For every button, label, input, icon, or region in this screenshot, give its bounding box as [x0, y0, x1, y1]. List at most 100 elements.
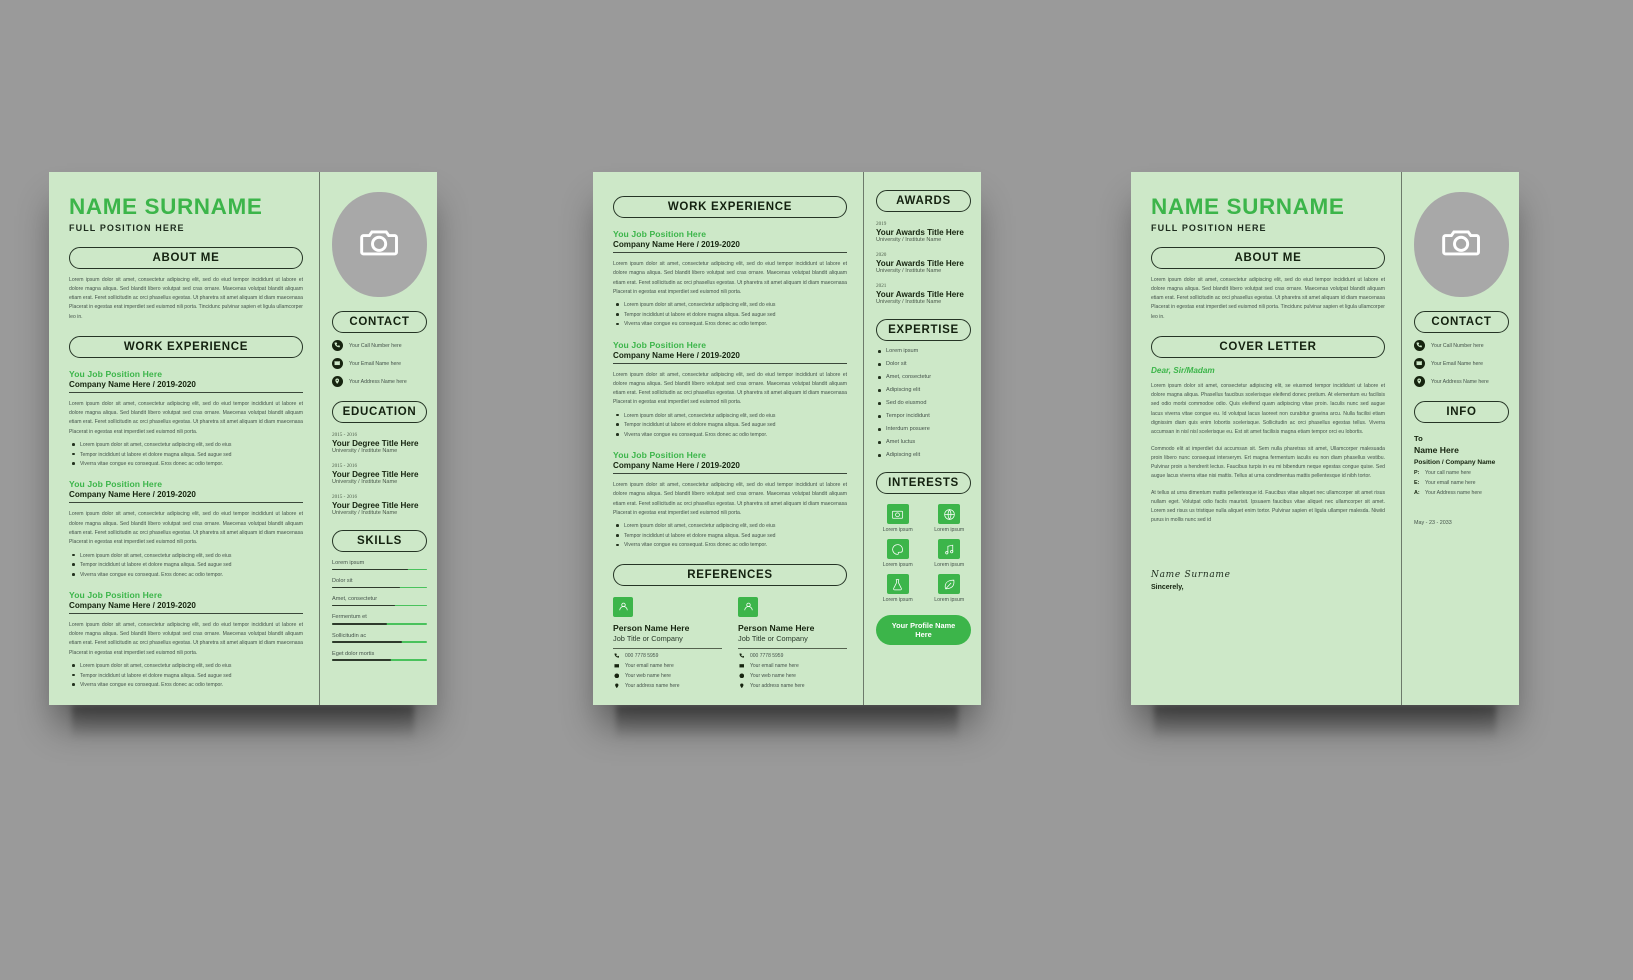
page2-main-column: WORK EXPERIENCE You Job Position Here Co… — [593, 172, 863, 705]
section-heading-info: INFO — [1414, 401, 1509, 424]
work-item-company: Company Name Here / 2019-2020 — [69, 601, 303, 614]
list-item: Tempor incididunt ut labore et dolore ma… — [613, 532, 847, 540]
skill-label: Fermentum et — [332, 614, 367, 621]
info-key: E: — [1414, 480, 1420, 487]
about-me-text: Lorem ipsum dolor sit amet, consectetur … — [1151, 276, 1385, 320]
section-heading-contact: CONTACT — [1414, 311, 1509, 334]
expertise-item: Interdum posuere — [876, 426, 971, 432]
profile-name-button[interactable]: Your Profile Name Here — [876, 615, 971, 646]
section-heading-cover-letter: COVER LETTER — [1151, 335, 1385, 358]
work-item-company: Company Name Here / 2019-2020 — [69, 490, 303, 504]
section-heading-expertise: EXPERTISE — [876, 319, 971, 342]
cover-letter-paragraph-3: At tellus at urna dimentum mattis pellen… — [1151, 489, 1385, 524]
contact-item-address: Your Address Name here — [332, 376, 427, 388]
contact-item-label: Your Address Name here — [349, 378, 407, 385]
skill-label: Dolor sit — [332, 578, 353, 585]
interest-label: Lorem ipsum — [882, 597, 913, 604]
work-item-text: Lorem ipsum dolor sit amet, consectetur … — [613, 261, 847, 295]
work-item-text: Lorem ipsum dolor sit amet, consectetur … — [613, 482, 847, 516]
education-degree: Your Degree Title Here — [332, 438, 419, 448]
interest-item: Lorem ipsum — [934, 504, 964, 533]
work-item-text: Lorem ipsum dolor sit amet, consectetur … — [69, 511, 303, 546]
info-recipient-name: Name Here — [1414, 445, 1459, 456]
skill-bar-fill — [332, 622, 388, 625]
signature-block: Name Surname Sincerely, — [1151, 570, 1385, 591]
cover-letter-paragraph-2: Commodo elit at imperdiet dui accumsan s… — [1151, 445, 1385, 480]
list-item: Viverra vitae congue eu consequat. Eros … — [613, 431, 847, 439]
expertise-item: Amet, consectetur — [876, 374, 971, 380]
work-item-title: You Job Position Here — [613, 339, 707, 350]
work-item-title: You Job Position Here — [69, 368, 163, 379]
list-item: Tempor incididunt ut labore et dolore ma… — [69, 451, 303, 459]
work-item-text: Lorem ipsum dolor sit amet, consectetur … — [613, 371, 847, 406]
award-year: 2019 — [876, 221, 887, 228]
education-item: 2015 - 2016 Your Degree Title Here Unive… — [332, 463, 427, 485]
interest-label: Lorem ipsum — [934, 597, 965, 604]
reference-address: Your address name here — [738, 683, 847, 689]
email-icon — [332, 358, 343, 370]
cover-letter-paragraph-1: Lorem ipsum dolor sit amet, consectetur … — [1151, 382, 1385, 436]
list-item: Tempor incididunt ut labore et dolore ma… — [613, 311, 847, 319]
info-key: P: — [1414, 470, 1420, 477]
page1-main-column: NAME SURNAME FULL POSITION HERE ABOUT ME… — [49, 172, 319, 705]
reference-card: Person Name Here Job Title or Company 00… — [738, 596, 847, 689]
palette-icon — [886, 539, 909, 560]
expertise-item: Tempor incididunt — [876, 413, 971, 419]
reference-email: Your email name here — [738, 663, 847, 669]
skill-label: Lorem ipsum — [332, 560, 365, 567]
phone-icon — [738, 653, 745, 659]
location-icon — [613, 683, 620, 689]
list-item: Lorem ipsum dolor sit amet, consectetur … — [613, 412, 847, 420]
expertise-item: Adipiscing elit — [876, 452, 971, 458]
interest-label: Lorem ipsum — [934, 527, 965, 534]
section-heading-skills: SKILLS — [332, 530, 427, 553]
reference-web: Your web name here — [738, 673, 847, 679]
expertise-item: Amet luctus — [876, 439, 971, 445]
section-heading-contact: CONTACT — [332, 311, 427, 334]
info-row-address: A: Your Address name here — [1414, 490, 1509, 496]
reference-email: Your email name here — [613, 663, 722, 669]
skill-bar-fill — [332, 568, 408, 571]
work-item-title: You Job Position Here — [69, 589, 163, 600]
expertise-item: Lorem ipsum — [876, 348, 971, 354]
expertise-item: Sed do eiusmod — [876, 400, 971, 406]
skill-item: Amet, consectetur — [332, 596, 427, 607]
camera-icon — [1440, 220, 1484, 269]
education-years: 2015 - 2016 — [332, 494, 358, 501]
list-item: Viverra vitae congue eu consequat. Eros … — [69, 571, 303, 579]
info-value: Your email name here — [1425, 480, 1476, 487]
contact-item-address: Your Address Name here — [1414, 376, 1509, 388]
list-item: Tempor incididunt ut labore et dolore ma… — [613, 421, 847, 429]
page2-sidebar: AWARDS 2019 Your Awards Title Here Unive… — [863, 172, 981, 705]
award-school: University / Institute Name — [876, 237, 942, 244]
skill-bar — [332, 586, 427, 589]
skill-item: Sollicitudin ac — [332, 633, 427, 643]
interest-label: Lorem ipsum — [882, 562, 913, 569]
list-item: Lorem ipsum dolor sit amet, consectetur … — [69, 662, 303, 670]
list-item: Lorem ipsum dolor sit amet, consectetur … — [69, 441, 303, 449]
work-item: You Job Position Here Company Name Here … — [613, 340, 847, 439]
skill-label: Sollicitudin ac — [332, 632, 367, 639]
page1-sidebar: CONTACT Your Call Number here Your Email… — [319, 172, 437, 705]
skill-item: Dolor sit — [332, 578, 427, 589]
page3-sidebar: CONTACT Your Call Number here Your Email… — [1401, 172, 1519, 705]
contact-item-email: Your Email Name here — [1414, 358, 1509, 370]
work-item: You Job Position Here Company Name Here … — [613, 450, 847, 549]
cover-letter-salutation: Dear, Sir/Madam — [1151, 365, 1215, 375]
info-recipient-position: Position / Company Name — [1414, 459, 1496, 467]
camera-icon — [358, 220, 402, 269]
skill-label: Eget dolor mortis — [332, 650, 375, 657]
skill-item: Fermentum et — [332, 614, 427, 625]
phone-icon — [332, 340, 343, 352]
work-item-bullets: Lorem ipsum dolor sit amet, consectetur … — [69, 441, 303, 468]
interest-label: Lorem ipsum — [882, 527, 913, 534]
list-item: Lorem ipsum dolor sit amet, consectetur … — [613, 522, 847, 530]
education-years: 2015 - 2016 — [332, 463, 358, 470]
work-item: You Job Position Here Company Name Here … — [69, 590, 303, 689]
avatar — [332, 192, 427, 297]
interest-item: Lorem ipsum — [934, 539, 964, 568]
award-title: Your Awards Title Here — [876, 258, 964, 268]
award-school: University / Institute Name — [876, 268, 942, 275]
list-item: Tempor incididunt ut labore et dolore ma… — [69, 561, 303, 569]
resume-page-2: WORK EXPERIENCE You Job Position Here Co… — [593, 172, 981, 705]
